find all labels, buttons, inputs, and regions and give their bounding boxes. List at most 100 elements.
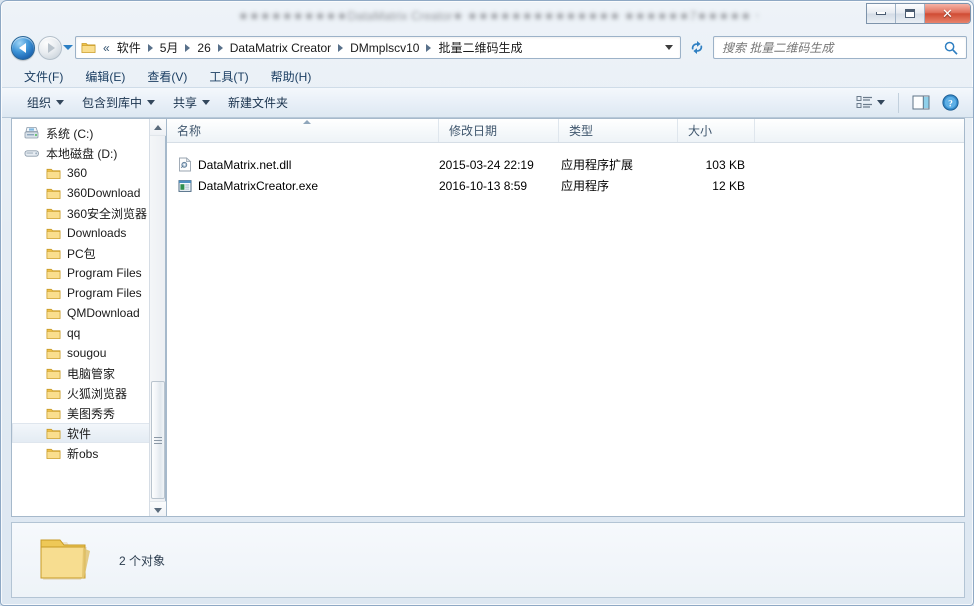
sidebar-item-sougou[interactable]: sougou: [12, 343, 150, 363]
toolbar-right-group: ?: [851, 91, 973, 114]
folder-icon: [46, 387, 61, 400]
search-box[interactable]: [713, 36, 967, 59]
sidebar-item-360download[interactable]: 360Download: [12, 183, 150, 203]
folder-icon: [46, 207, 61, 220]
navigation-pane: 系统 (C:) 本地磁盘 (D:) 360 360Download 360安全浏…: [11, 118, 166, 517]
sidebar-item-label: 火狐浏览器: [67, 386, 128, 401]
folder-icon: [46, 367, 61, 380]
sidebar-item-meitu[interactable]: 美图秀秀: [12, 403, 150, 423]
list-view-icon: [856, 95, 873, 110]
file-name-label: DataMatrix.net.dll: [198, 157, 292, 172]
breadcrumb-item-3[interactable]: DataMatrix Creator: [226, 39, 335, 57]
search-input[interactable]: [714, 40, 944, 55]
sidebar-item-pc-manager[interactable]: 电脑管家: [12, 363, 150, 383]
hard-drive-icon: [24, 146, 40, 160]
maximize-icon: [905, 9, 915, 18]
title-bar[interactable]: ★★★★★★★★★★DataMatrix Creator★ ★★★★★★★★★★…: [1, 1, 973, 31]
chevron-down-icon[interactable]: [665, 45, 673, 50]
preview-pane-button[interactable]: [907, 92, 935, 113]
sidebar-item-label: Program Files: [67, 266, 142, 280]
column-header-row: 名称 修改日期 类型 大小: [167, 119, 964, 143]
close-button[interactable]: ✕: [925, 4, 970, 23]
folder-icon: [46, 307, 61, 320]
breadcrumb-item-1[interactable]: 5月: [156, 37, 183, 58]
arrow-left-icon: [18, 43, 26, 53]
search-icon[interactable]: [944, 41, 958, 55]
help-button[interactable]: ?: [937, 91, 964, 114]
folder-icon: [81, 41, 96, 54]
table-row[interactable]: DataMatrixCreator.exe 2016-10-13 8:59 应用…: [167, 175, 964, 196]
scroll-down-button[interactable]: [150, 501, 166, 516]
sidebar-item-360[interactable]: 360: [12, 163, 150, 183]
sidebar-item-label: PC包: [67, 246, 96, 261]
column-header-name[interactable]: 名称: [167, 119, 439, 142]
toolbar-separator: [898, 92, 899, 113]
table-row[interactable]: DataMatrix.net.dll 2015-03-24 22:19 应用程序…: [167, 154, 964, 175]
file-size-cell: 103 KB: [705, 157, 745, 172]
sidebar-item-local-disk-d[interactable]: 本地磁盘 (D:): [12, 143, 150, 163]
minimize-button[interactable]: [867, 4, 896, 23]
breadcrumb-item-5[interactable]: 批量二维码生成: [434, 37, 526, 58]
sidebar-item-label: qq: [67, 326, 81, 340]
scroll-up-button[interactable]: [150, 119, 166, 136]
sidebar-item-firefox[interactable]: 火狐浏览器: [12, 383, 150, 403]
file-name-label: DataMatrixCreator.exe: [198, 178, 319, 193]
forward-button[interactable]: [38, 36, 62, 60]
organize-button[interactable]: 组织: [18, 90, 73, 115]
system-drive-icon: [24, 126, 40, 140]
breadcrumb-item-0[interactable]: 软件: [113, 37, 145, 58]
sidebar-item-label: 360Download: [67, 186, 141, 200]
column-header-date-modified[interactable]: 修改日期: [439, 119, 559, 142]
refresh-button[interactable]: [687, 38, 706, 57]
sidebar-item-system-c[interactable]: 系统 (C:): [12, 123, 150, 143]
folder-icon: [46, 347, 61, 360]
sidebar-item-qmdownload[interactable]: QMDownload: [12, 303, 150, 323]
sidebar-item-program-files[interactable]: Program Files: [12, 263, 150, 283]
menu-help[interactable]: 帮助(H): [260, 65, 323, 88]
sidebar-item-downloads[interactable]: Downloads: [12, 223, 150, 243]
sidebar-item-program-files-x86[interactable]: Program Files: [12, 283, 150, 303]
grip-icon: [154, 436, 162, 444]
column-label: 名称: [177, 124, 202, 138]
breadcrumb-item-4[interactable]: DMmplscv10: [346, 39, 423, 57]
column-header-filler[interactable]: [755, 119, 964, 142]
sidebar-scrollbar[interactable]: [149, 119, 166, 516]
back-button[interactable]: [11, 36, 35, 60]
breadcrumb-overflow-chevron[interactable]: «: [100, 41, 113, 55]
column-label: 类型: [569, 124, 594, 138]
file-name-cell: DataMatrix.net.dll: [167, 157, 439, 172]
menu-view[interactable]: 查看(V): [136, 65, 198, 88]
sidebar-item-ruanjian[interactable]: 软件: [12, 423, 150, 443]
file-type-cell: 应用程序: [561, 179, 610, 193]
column-header-size[interactable]: 大小: [678, 119, 755, 142]
change-view-button[interactable]: [851, 92, 890, 113]
column-header-type[interactable]: 类型: [559, 119, 678, 142]
sidebar-item-label: Program Files: [67, 286, 142, 300]
menu-tools[interactable]: 工具(T): [198, 65, 259, 88]
include-in-library-label: 包含到库中: [82, 96, 143, 110]
sidebar-item-qq[interactable]: qq: [12, 323, 150, 343]
breadcrumb-bar[interactable]: « 软件 5月 26 DataMatrix Creator DMmplscv10…: [75, 36, 681, 59]
folder-tree: 系统 (C:) 本地磁盘 (D:) 360 360Download 360安全浏…: [12, 119, 150, 516]
file-date-cell: 2015-03-24 22:19: [439, 157, 534, 172]
include-in-library-button[interactable]: 包含到库中: [73, 90, 164, 115]
sidebar-item-360-browser[interactable]: 360安全浏览器: [12, 203, 150, 223]
breadcrumb-item-2[interactable]: 26: [193, 39, 214, 57]
sidebar-item-label: 360: [67, 166, 88, 180]
sidebar-item-pc-bao[interactable]: PC包: [12, 243, 150, 263]
chevron-down-icon: [877, 100, 885, 105]
file-list-pane: 名称 修改日期 类型 大小 DataMatrix.net.dll 2015-03…: [166, 118, 965, 517]
share-with-button[interactable]: 共享: [164, 90, 219, 115]
menu-edit[interactable]: 编辑(E): [74, 65, 136, 88]
menu-file[interactable]: 文件(F): [13, 65, 74, 88]
maximize-button[interactable]: [896, 4, 925, 23]
folder-icon: [46, 427, 61, 440]
folder-icon: [46, 327, 61, 340]
chevron-down-icon: [202, 100, 211, 105]
sidebar-item-xin-obs[interactable]: 新obs: [12, 443, 150, 463]
history-dropdown-icon[interactable]: [63, 45, 73, 50]
column-label: 修改日期: [449, 124, 498, 138]
sidebar-item-label: 本地磁盘 (D:): [46, 146, 118, 161]
new-folder-button[interactable]: 新建文件夹: [219, 90, 297, 115]
scrollbar-thumb[interactable]: [151, 381, 165, 499]
